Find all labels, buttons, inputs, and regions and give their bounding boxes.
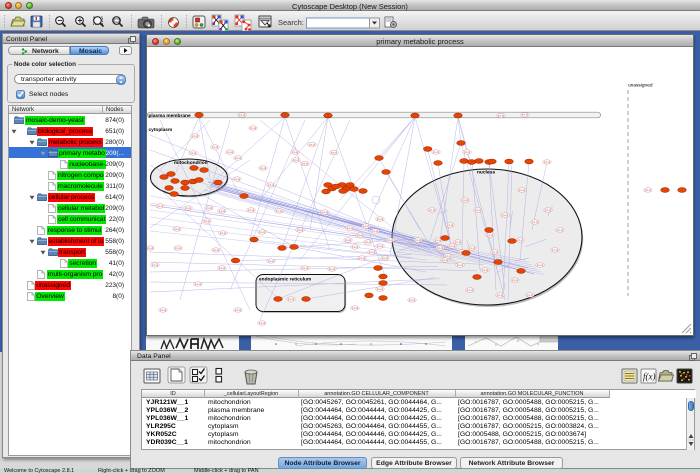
svg-text:(nn-d): (nn-d) [192, 135, 199, 138]
svg-text:(nn-d): (nn-d) [497, 294, 504, 297]
svg-text:(nn-d): (nn-d) [259, 231, 266, 234]
svg-text:(nn-d): (nn-d) [363, 225, 370, 228]
svg-text:(nn-d): (nn-d) [457, 264, 464, 267]
svg-text:(nn-d): (nn-d) [449, 245, 456, 248]
svg-text:(nn-d): (nn-d) [322, 211, 329, 214]
svg-text:(nn-d): (nn-d) [329, 268, 336, 271]
svg-text:(nn-d): (nn-d) [445, 255, 452, 258]
svg-text:(nn-d): (nn-d) [288, 298, 295, 301]
svg-text:(nn-d): (nn-d) [377, 218, 384, 221]
svg-text:(nn-d): (nn-d) [239, 114, 246, 117]
svg-text:(nn-d): (nn-d) [357, 234, 364, 237]
svg-text:(nn-d): (nn-d) [537, 264, 544, 267]
svg-text:(nn-d): (nn-d) [475, 209, 482, 212]
svg-text:(nn-d): (nn-d) [409, 299, 416, 302]
svg-text:(nn-d): (nn-d) [260, 167, 267, 170]
svg-text:(nn-d): (nn-d) [437, 247, 444, 250]
svg-text:(nn-d): (nn-d) [352, 246, 359, 249]
svg-text:(nn-d): (nn-d) [512, 279, 519, 282]
svg-text:(nn-d): (nn-d) [519, 189, 526, 192]
svg-text:(nn-d): (nn-d) [235, 309, 242, 312]
svg-text:(nn-d): (nn-d) [455, 241, 462, 244]
svg-text:(nn-d): (nn-d) [206, 207, 213, 210]
svg-text:(nn-d): (nn-d) [467, 289, 474, 292]
svg-text:(nn-d): (nn-d) [219, 210, 226, 213]
svg-text:(nn-d): (nn-d) [462, 199, 469, 202]
svg-text:(nn-d): (nn-d) [195, 283, 202, 286]
svg-text:(nn-d): (nn-d) [552, 249, 559, 252]
svg-text:Search:: Search: [278, 18, 304, 27]
svg-text:(nn-d): (nn-d) [469, 247, 476, 250]
svg-text:(nn-d): (nn-d) [464, 151, 471, 154]
svg-text:(nn-d): (nn-d) [276, 210, 283, 213]
svg-text:(nn-d): (nn-d) [212, 146, 219, 149]
svg-text:(nn-d): (nn-d) [235, 157, 242, 160]
svg-text:(nn-d): (nn-d) [190, 152, 197, 155]
svg-text:(nn-d): (nn-d) [185, 207, 192, 210]
svg-text:f(x): f(x) [643, 372, 656, 382]
svg-text:(nn-d): (nn-d) [502, 214, 509, 217]
svg-text:(nn-d): (nn-d) [482, 269, 489, 272]
svg-text:(nn-d): (nn-d) [522, 114, 529, 117]
svg-text:(nn-d): (nn-d) [293, 159, 300, 162]
svg-text:(nn-d): (nn-d) [487, 234, 494, 237]
svg-text:(nn-d): (nn-d) [259, 322, 266, 325]
svg-text:(nn-d): (nn-d) [369, 251, 376, 254]
svg-text:plasma membrane: plasma membrane [149, 113, 191, 119]
svg-text:(nn-d): (nn-d) [268, 260, 275, 263]
svg-text:cytoplasm: cytoplasm [149, 127, 173, 133]
svg-text:(nn-d): (nn-d) [213, 249, 220, 252]
svg-text:(nn-d): (nn-d) [302, 267, 309, 270]
svg-text:(nn-d): (nn-d) [442, 259, 449, 262]
svg-text:(nn-d): (nn-d) [517, 239, 524, 242]
svg-text:(nn-d): (nn-d) [160, 309, 167, 312]
svg-text:(nn-d): (nn-d) [175, 247, 182, 250]
svg-text:(nn-d): (nn-d) [545, 209, 552, 212]
svg-text:(nn-d): (nn-d) [220, 232, 227, 235]
svg-text:(nn-d): (nn-d) [372, 230, 379, 233]
svg-text:endoplasmic reticulum: endoplasmic reticulum [259, 277, 311, 283]
svg-text:(nn-d): (nn-d) [429, 209, 436, 212]
svg-text:(nn-d): (nn-d) [227, 151, 234, 154]
svg-text:(nn-d): (nn-d) [268, 184, 275, 187]
svg-text:(nn-d): (nn-d) [204, 220, 211, 223]
svg-text:(nn-d): (nn-d) [447, 224, 454, 227]
svg-text:(nn-d): (nn-d) [250, 127, 257, 130]
svg-text:(nn-d): (nn-d) [174, 228, 181, 231]
svg-text:(nn-d): (nn-d) [292, 151, 299, 154]
svg-text:(nn-d): (nn-d) [157, 205, 164, 208]
svg-text:unassigned: unassigned [628, 83, 653, 89]
svg-text:(nn-d): (nn-d) [645, 189, 652, 192]
svg-text:(nn-d): (nn-d) [152, 264, 159, 267]
svg-text:(nn-d): (nn-d) [492, 251, 499, 254]
svg-text:(nn-d): (nn-d) [377, 245, 384, 248]
svg-text:(nn-d): (nn-d) [365, 241, 372, 244]
svg-text:(nn-d): (nn-d) [347, 227, 354, 230]
svg-text:(nn-d): (nn-d) [331, 151, 338, 154]
svg-text:(nn-d): (nn-d) [234, 178, 241, 181]
svg-text:(nn-d): (nn-d) [359, 257, 366, 260]
svg-text:(nn-d): (nn-d) [297, 229, 304, 232]
svg-text:(nn-d): (nn-d) [352, 307, 359, 310]
svg-text:(nn-d): (nn-d) [377, 288, 384, 291]
svg-text:mitochondrion: mitochondrion [174, 160, 208, 166]
svg-text:(nn-d): (nn-d) [302, 162, 309, 165]
svg-text:(nn-d): (nn-d) [382, 257, 389, 260]
svg-text:(nn-d): (nn-d) [415, 239, 422, 242]
svg-text:(nn-d): (nn-d) [532, 221, 539, 224]
svg-text:(nn-d): (nn-d) [219, 267, 226, 270]
svg-text:(nn-d): (nn-d) [557, 229, 564, 232]
svg-text:(nn-d): (nn-d) [387, 239, 394, 242]
svg-text:(nn-d): (nn-d) [248, 209, 255, 212]
svg-text:nucleus: nucleus [477, 170, 495, 176]
svg-text:(nn-d): (nn-d) [309, 143, 316, 146]
svg-text:(nn-d): (nn-d) [498, 114, 505, 117]
svg-text:(nn-d): (nn-d) [345, 239, 352, 242]
svg-text:(nn-d): (nn-d) [527, 294, 534, 297]
svg-text:(nn-d): (nn-d) [147, 247, 153, 250]
svg-text:(nn-d): (nn-d) [435, 239, 442, 242]
svg-text:(nn-d): (nn-d) [544, 161, 551, 164]
svg-text:(nn-d): (nn-d) [433, 151, 440, 154]
